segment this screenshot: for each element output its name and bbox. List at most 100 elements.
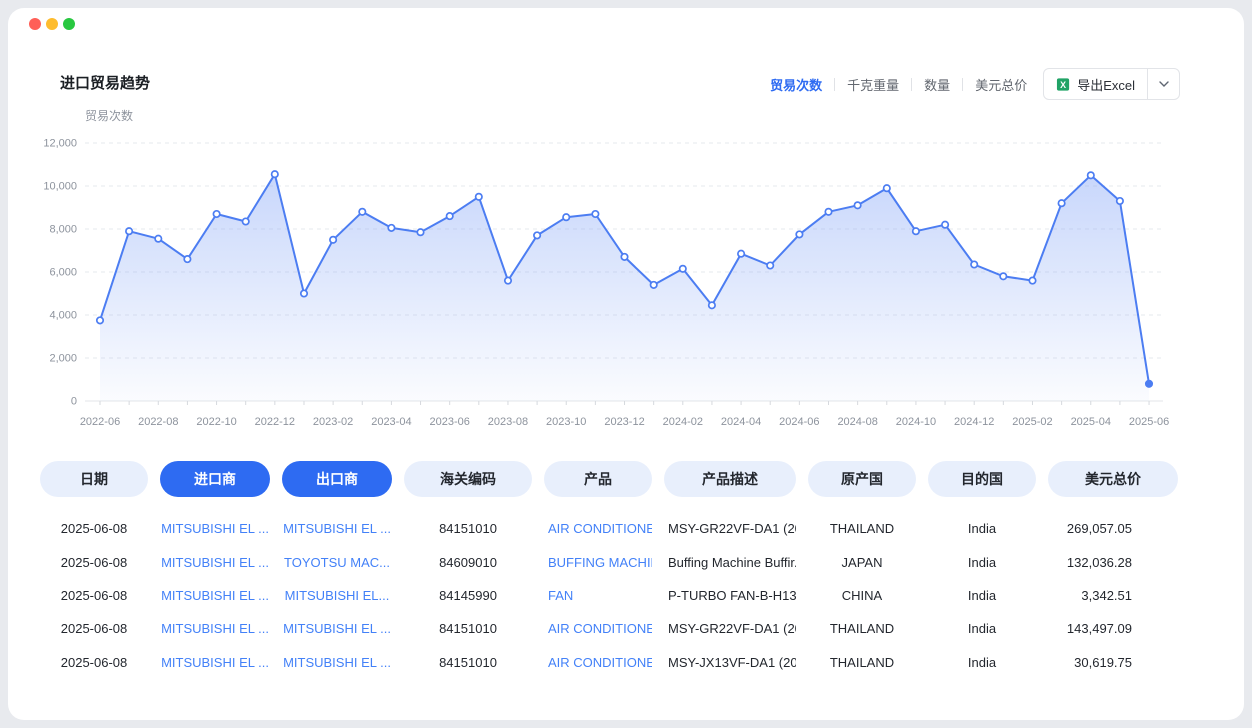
cell-exporter-link[interactable]: MITSUBISHI EL ...	[283, 655, 391, 670]
data-point[interactable]	[1000, 273, 1006, 279]
data-point[interactable]	[388, 225, 394, 231]
data-point[interactable]	[213, 211, 219, 217]
data-point[interactable]	[534, 232, 540, 238]
cell-importer-link[interactable]: MITSUBISHI EL ...	[161, 588, 269, 603]
cell-exporter: MITSUBISHI EL ...	[282, 655, 392, 670]
table-row: 2025-06-08 MITSUBISHI EL ... MITSUBISHI EL…	[40, 579, 1178, 612]
cell-exporter-link[interactable]: MITSUBISHI EL ...	[283, 521, 391, 536]
close-button[interactable]	[29, 18, 41, 30]
cell-importer-link[interactable]: MITSUBISHI EL ...	[161, 621, 269, 636]
cell-product-link[interactable]: BUFFING MACHINE	[548, 555, 652, 570]
data-point[interactable]	[854, 202, 860, 208]
cell-origin-country: THAILAND	[808, 621, 916, 636]
cell-product-link[interactable]: AIR CONDITIONER	[548, 521, 652, 536]
data-point[interactable]	[942, 222, 948, 228]
minimize-button[interactable]	[46, 18, 58, 30]
cell-destination-country: India	[928, 555, 1036, 570]
cell-product-link[interactable]: AIR CONDITIONER	[548, 655, 652, 670]
cell-exporter-link[interactable]: MITSUBISHI EL ...	[283, 621, 391, 636]
data-point[interactable]	[447, 213, 453, 219]
metric-tab-4[interactable]: 美元总价	[975, 75, 1027, 94]
column-pill-8[interactable]: 目的国	[928, 461, 1036, 497]
data-point[interactable]	[97, 317, 103, 323]
cell-importer-link[interactable]: MITSUBISHI EL ...	[161, 521, 269, 536]
cell-importer: MITSUBISHI EL ...	[160, 555, 270, 570]
data-point[interactable]	[709, 302, 715, 308]
column-pill-2[interactable]: 进口商	[160, 461, 270, 497]
export-excel-main[interactable]: X 导出Excel	[1044, 69, 1147, 99]
data-point[interactable]	[272, 171, 278, 177]
data-point[interactable]	[651, 282, 657, 288]
column-pill-6[interactable]: 产品描述	[664, 461, 796, 497]
cell-hs-code: 84151010	[404, 655, 532, 670]
cell-product: FAN	[544, 588, 652, 603]
cell-importer-link[interactable]: MITSUBISHI EL ...	[161, 555, 269, 570]
cell-description: MSY-GR22VF-DA1 (20...	[664, 621, 796, 636]
data-point[interactable]	[155, 236, 161, 242]
data-point[interactable]	[738, 251, 744, 257]
column-pill-3[interactable]: 出口商	[282, 461, 392, 497]
data-point[interactable]	[796, 231, 802, 237]
cell-hs-code: 84151010	[404, 621, 532, 636]
cell-exporter-link[interactable]: MITSUBISHI EL...	[285, 588, 390, 603]
metric-tab-3[interactable]: 数量	[924, 75, 950, 94]
data-point[interactable]	[505, 277, 511, 283]
data-point[interactable]	[621, 254, 627, 260]
cell-origin-country: CHINA	[808, 588, 916, 603]
cell-importer: MITSUBISHI EL ...	[160, 621, 270, 636]
page-title: 进口贸易趋势	[60, 72, 150, 93]
column-pill-7[interactable]: 原产国	[808, 461, 916, 497]
table-row: 2025-06-08MITSUBISHI EL ...MITSUBISHI EL…	[40, 646, 1178, 679]
trend-chart[interactable]: 贸易次数02,0004,0006,0008,00010,00012,000202…	[8, 100, 1172, 445]
data-point[interactable]	[301, 290, 307, 296]
data-point[interactable]	[884, 185, 890, 191]
x-axis-tick-label: 2025-02	[1012, 416, 1052, 428]
data-point[interactable]	[1058, 200, 1064, 206]
data-point[interactable]	[359, 209, 365, 215]
data-point[interactable]	[1146, 381, 1152, 387]
y-axis-tick-label: 6,000	[49, 267, 77, 279]
tab-separator	[834, 78, 835, 91]
metric-tab-2[interactable]: 千克重量	[847, 75, 899, 94]
cell-usd-total: 30,619.75	[1048, 655, 1178, 670]
data-point[interactable]	[1117, 198, 1123, 204]
data-point[interactable]	[417, 229, 423, 235]
cell-product-link[interactable]: AIR CONDITIONER	[548, 621, 652, 636]
data-point[interactable]	[1088, 172, 1094, 178]
data-point[interactable]	[1029, 277, 1035, 283]
column-pill-9[interactable]: 美元总价	[1048, 461, 1178, 497]
cell-importer-link[interactable]: MITSUBISHI EL ...	[161, 655, 269, 670]
metric-tab-1[interactable]: 贸易次数	[770, 75, 822, 94]
data-point[interactable]	[825, 209, 831, 215]
cell-usd-total: 132,036.28	[1048, 555, 1178, 570]
cell-product-link[interactable]: FAN	[548, 588, 573, 603]
x-axis-tick-label: 2024-10	[896, 416, 936, 428]
table-header-row: 日期进口商出口商海关编码产品产品描述原产国目的国美元总价	[40, 461, 1178, 497]
data-point[interactable]	[126, 228, 132, 234]
data-point[interactable]	[476, 194, 482, 200]
cell-product: AIR CONDITIONER	[544, 655, 652, 670]
data-point[interactable]	[243, 218, 249, 224]
zoom-button[interactable]	[63, 18, 75, 30]
data-point[interactable]	[767, 262, 773, 268]
data-point[interactable]	[680, 266, 686, 272]
data-point[interactable]	[330, 237, 336, 243]
column-pill-4[interactable]: 海关编码	[404, 461, 532, 497]
export-excel-button[interactable]: X 导出Excel	[1043, 68, 1180, 100]
data-point[interactable]	[184, 256, 190, 262]
data-point[interactable]	[563, 214, 569, 220]
data-point[interactable]	[592, 211, 598, 217]
cell-hs-code: 84145990	[404, 588, 532, 603]
x-axis-tick-label: 2023-10	[546, 416, 586, 428]
table-row: 2025-06-08MITSUBISHI EL ...MITSUBISHI EL…	[40, 512, 1178, 545]
data-point[interactable]	[971, 261, 977, 267]
tab-separator	[962, 78, 963, 91]
column-pill-1[interactable]: 日期	[40, 461, 148, 497]
data-point[interactable]	[913, 228, 919, 234]
cell-description: MSY-JX13VF-DA1 (20D...	[664, 655, 796, 670]
export-dropdown-toggle[interactable]	[1147, 69, 1179, 99]
cell-date: 2025-06-08	[40, 588, 148, 603]
cell-destination-country: India	[928, 621, 1036, 636]
column-pill-5[interactable]: 产品	[544, 461, 652, 497]
cell-exporter-link[interactable]: TOYOTSU MAC...	[284, 555, 390, 570]
